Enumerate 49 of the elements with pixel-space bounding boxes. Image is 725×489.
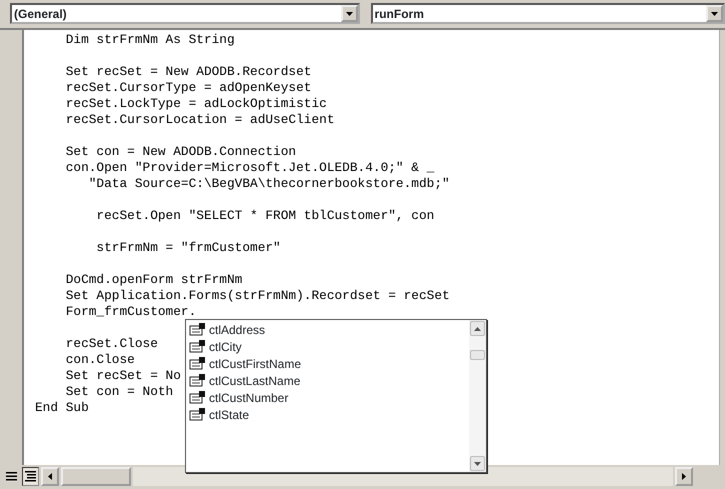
procedure-dropdown[interactable]: (General) [10,3,360,24]
form-control-icon [189,357,205,370]
code-line: Dim strFrmNm As String [64,32,235,47]
code-line: Set recSet = New ADODB.Recordset [64,64,312,79]
scroll-down-button[interactable] [470,456,485,471]
code-line: Set recSet = No [64,368,181,383]
lines-icon [6,472,17,481]
dropdown-arrow-icon [346,12,353,16]
code-line: Set con = Noth [64,384,174,399]
procedure-dropdown[interactable]: runForm [370,3,725,24]
form-control-icon [189,340,205,353]
code-line: recSet.Close [64,336,158,351]
right-arrow-icon [682,473,686,480]
form-control-icon [189,391,205,404]
code-line: recSet.LockType = adLockOptimistic [64,96,327,111]
code-line: con.Close [64,352,135,367]
list-scroll-thumb[interactable] [470,350,485,360]
code-line: Set con = New ADODB.Connection [64,144,296,159]
lines-icon [25,471,36,482]
list-scrollbar[interactable] [469,320,486,472]
member-item[interactable]: ctlState [209,408,250,422]
full-module-view-button[interactable] [22,467,39,486]
form-control-icon [189,323,205,336]
form-control-icon [189,374,205,387]
member-item[interactable]: ctlAddress [209,322,266,336]
member-item[interactable]: ctlCustLastName [209,374,300,388]
down-arrow-icon [474,462,481,466]
member-item[interactable]: ctlCustNumber [209,390,288,404]
member-item[interactable]: ctlCity [209,340,242,354]
code-line: Set Application.Forms(strFrmNm).Recordset = recSet [64,288,450,303]
code-line: strFrmNm = "frmCustomer" [95,240,281,255]
vertical-scrollbar[interactable] [719,30,725,465]
code-line: recSet.Open "SELECT * FROM tblCustomer", con [95,208,434,223]
code-line: End Sub [35,400,89,415]
member-item[interactable]: ctlCustFirstName [209,356,302,370]
code-line: con.Open "Provider=Microsoft.Jet.OLEDB.4.0;" & _ [64,160,434,175]
code-line: recSet.CursorType = adOpenKeyset [64,80,312,95]
scrollbar-thumb[interactable] [61,467,131,486]
code-line: Form_frmCustomer. [64,304,196,319]
up-arrow-icon [474,326,481,330]
code-line: recSet.CursorLocation = adUseClient [64,112,334,127]
scroll-up-button[interactable] [470,321,485,336]
scroll-left-button[interactable] [41,467,59,486]
code-line: "Data Source=C:\BegVBA\thecornerbookstore.mdb;" [88,176,450,191]
scroll-right-button[interactable] [675,467,693,486]
form-control-icon [189,408,205,421]
code-line: DoCmd.openForm strFrmNm [64,272,242,287]
dropdown-arrow-icon [711,12,718,16]
left-arrow-icon [48,473,52,480]
